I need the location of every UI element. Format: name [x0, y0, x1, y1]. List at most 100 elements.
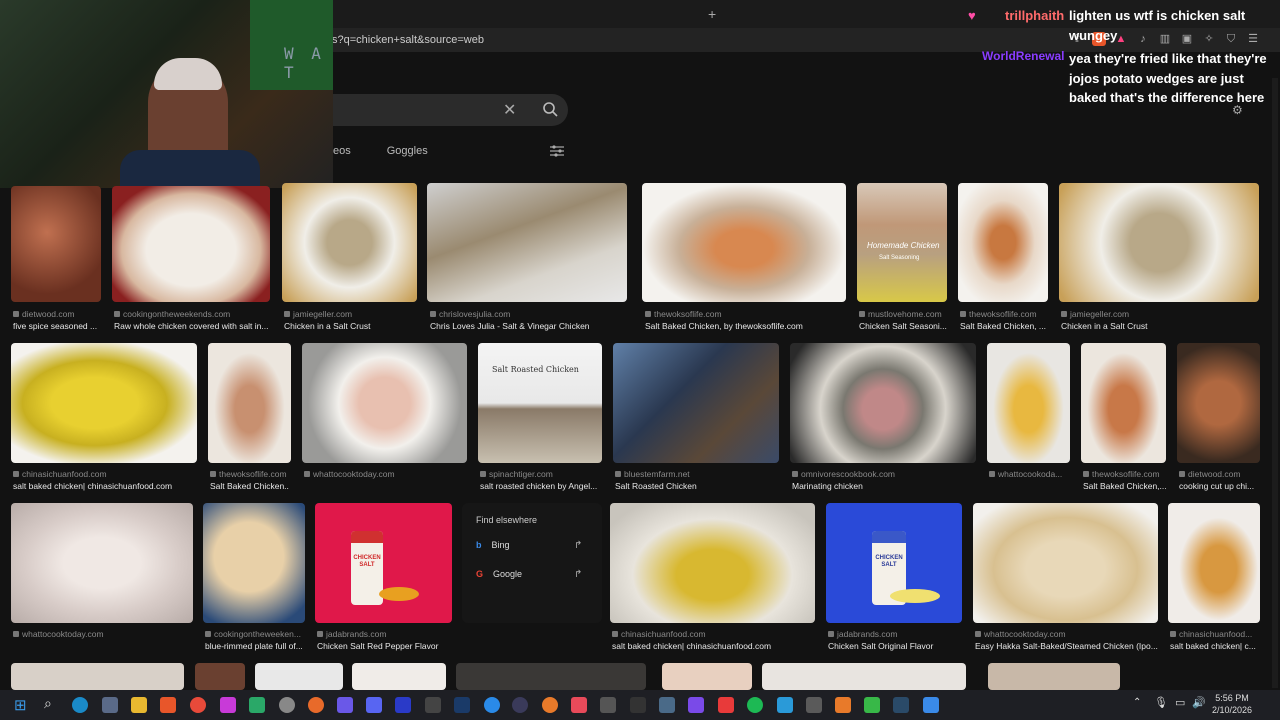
result-source[interactable]: dietwood.com — [1179, 469, 1262, 479]
new-tab-button[interactable]: + — [708, 6, 716, 22]
result-source[interactable]: chrislovesjulia.com — [430, 309, 630, 319]
result-image[interactable] — [958, 183, 1048, 302]
result-source[interactable]: chinasichuanfood... — [1170, 629, 1262, 639]
result-source[interactable]: whattocookoda... — [989, 469, 1072, 479]
find-elsewhere-bing[interactable]: b Bing ↱ — [476, 540, 582, 551]
result-image[interactable] — [1081, 343, 1166, 463]
result-image[interactable] — [456, 663, 646, 690]
result-caption[interactable]: Chicken in a Salt Crust — [1061, 321, 1261, 331]
result-source[interactable]: thewoksoflife.com — [210, 469, 295, 479]
result-source[interactable]: bluestemfarm.net — [615, 469, 781, 479]
search-icon[interactable]: ⌕ — [44, 695, 52, 712]
result-source[interactable]: whattocooktoday.com — [13, 629, 195, 639]
app-icon[interactable] — [718, 697, 734, 713]
result-caption[interactable]: Marinating chicken — [792, 481, 978, 491]
app-icon[interactable] — [630, 697, 646, 713]
edge-icon[interactable] — [72, 697, 88, 713]
app-icon[interactable] — [395, 697, 411, 713]
address-bar[interactable]: s?q=chicken+salt&source=web — [332, 34, 484, 46]
result-image[interactable] — [282, 183, 417, 302]
result-source[interactable]: dietwood.com — [13, 309, 101, 319]
result-caption[interactable]: Chicken in a Salt Crust — [284, 321, 419, 331]
result-caption[interactable]: Chicken Salt Original Flavor — [828, 641, 964, 651]
settings-icon[interactable]: ⚙ — [1232, 103, 1243, 117]
result-caption[interactable]: Salt Baked Chicken.. — [210, 481, 295, 491]
result-caption[interactable]: salt roasted chicken by Angel... — [480, 481, 604, 491]
result-image[interactable] — [987, 343, 1070, 463]
network-icon[interactable]: ▭ — [1175, 696, 1185, 709]
result-source[interactable]: whattocooktoday.com — [304, 469, 469, 479]
settings-icon[interactable] — [102, 697, 118, 713]
brave-icon[interactable] — [160, 697, 176, 713]
result-image[interactable] — [11, 343, 197, 463]
tray-chevron-icon[interactable]: ⌃ — [1133, 697, 1141, 708]
vpn-icon[interactable]: ⛉ — [1224, 32, 1238, 46]
app-icon[interactable] — [220, 697, 236, 713]
photoshop-icon[interactable] — [454, 697, 470, 713]
result-image[interactable] — [973, 503, 1158, 623]
result-source[interactable]: thewoksoflife.com — [960, 309, 1050, 319]
result-caption[interactable]: salt baked chicken| chinasichuanfood.com — [612, 641, 817, 651]
result-image[interactable] — [790, 343, 976, 463]
result-caption[interactable]: Chicken Salt Red Pepper Flavor — [317, 641, 457, 651]
menu-icon[interactable]: ☰ — [1246, 32, 1260, 46]
result-caption[interactable]: Easy Hakka Salt-Baked/Steamed Chicken (I… — [975, 641, 1160, 651]
result-caption[interactable]: Salt Baked Chicken, by thewoksoflife.com — [645, 321, 850, 331]
result-source[interactable]: jadabrands.com — [828, 629, 964, 639]
result-source[interactable]: jamiegeller.com — [284, 309, 419, 319]
result-caption[interactable]: Raw whole chicken covered with salt in..… — [114, 321, 274, 331]
result-image[interactable]: Homemade Chicken Salt Seasoning — [857, 183, 947, 302]
result-caption[interactable]: five spice seasoned ... — [13, 321, 103, 331]
leo-icon[interactable]: ✧ — [1202, 32, 1216, 46]
app-icon[interactable] — [512, 697, 528, 713]
result-image[interactable] — [1168, 503, 1260, 623]
firefox-icon[interactable] — [542, 697, 558, 713]
result-image[interactable] — [302, 343, 467, 463]
result-source[interactable]: cookingontheweeken... — [205, 629, 307, 639]
chrome-icon[interactable] — [190, 697, 206, 713]
result-image[interactable] — [203, 503, 305, 623]
taskbar-clock[interactable]: 5:56 PM 2/10/2026 — [1212, 692, 1252, 716]
tab-goggles[interactable]: Goggles — [387, 145, 428, 157]
app-icon[interactable] — [777, 697, 793, 713]
app-icon[interactable] — [337, 697, 353, 713]
result-caption[interactable]: Salt Baked Chicken, ... — [960, 321, 1050, 331]
app-icon[interactable] — [279, 697, 295, 713]
app-icon[interactable] — [425, 697, 441, 713]
clear-search-icon[interactable]: ✕ — [503, 100, 516, 120]
result-image[interactable] — [610, 503, 815, 623]
result-caption[interactable]: salt baked chicken| chinasichuanfood.com — [13, 481, 199, 491]
result-image[interactable] — [662, 663, 752, 690]
result-caption[interactable]: blue-rimmed plate full of... — [205, 641, 309, 651]
result-image[interactable] — [1177, 343, 1260, 463]
app-icon[interactable] — [659, 697, 675, 713]
result-source[interactable]: whattocooktoday.com — [975, 629, 1160, 639]
result-source[interactable]: spinachtiger.com — [480, 469, 604, 479]
result-image[interactable] — [208, 343, 291, 463]
app-icon[interactable] — [806, 697, 822, 713]
result-image[interactable] — [11, 503, 193, 623]
result-source[interactable]: chinasichuanfood.com — [13, 469, 199, 479]
steam-icon[interactable] — [893, 697, 909, 713]
tab-videos[interactable]: eos — [333, 145, 351, 157]
result-image[interactable] — [427, 183, 627, 302]
app-icon[interactable] — [923, 697, 939, 713]
result-image[interactable]: CHICKEN SALT — [315, 503, 452, 623]
music-icon[interactable] — [571, 697, 587, 713]
result-caption[interactable]: Chris Loves Julia - Salt & Vinegar Chick… — [430, 321, 630, 331]
extension-icon[interactable]: ♪ — [1136, 32, 1150, 46]
result-source[interactable]: mustlovehome.com — [859, 309, 949, 319]
result-source[interactable]: chinasichuanfood.com — [612, 629, 817, 639]
result-image[interactable] — [642, 183, 846, 302]
result-source[interactable]: jamiegeller.com — [1061, 309, 1261, 319]
result-source[interactable]: jadabrands.com — [317, 629, 457, 639]
result-image[interactable] — [1059, 183, 1259, 302]
app-icon[interactable] — [249, 697, 265, 713]
app-icon[interactable] — [484, 697, 500, 713]
app-icon[interactable] — [308, 697, 324, 713]
volume-icon[interactable]: 🔊 — [1192, 696, 1206, 709]
find-elsewhere-google[interactable]: G Google ↱ — [476, 569, 582, 580]
result-source[interactable]: cookingontheweekends.com — [114, 309, 274, 319]
result-image[interactable]: Salt Roasted Chicken — [478, 343, 602, 463]
result-source[interactable]: omnivorescookbook.com — [792, 469, 978, 479]
